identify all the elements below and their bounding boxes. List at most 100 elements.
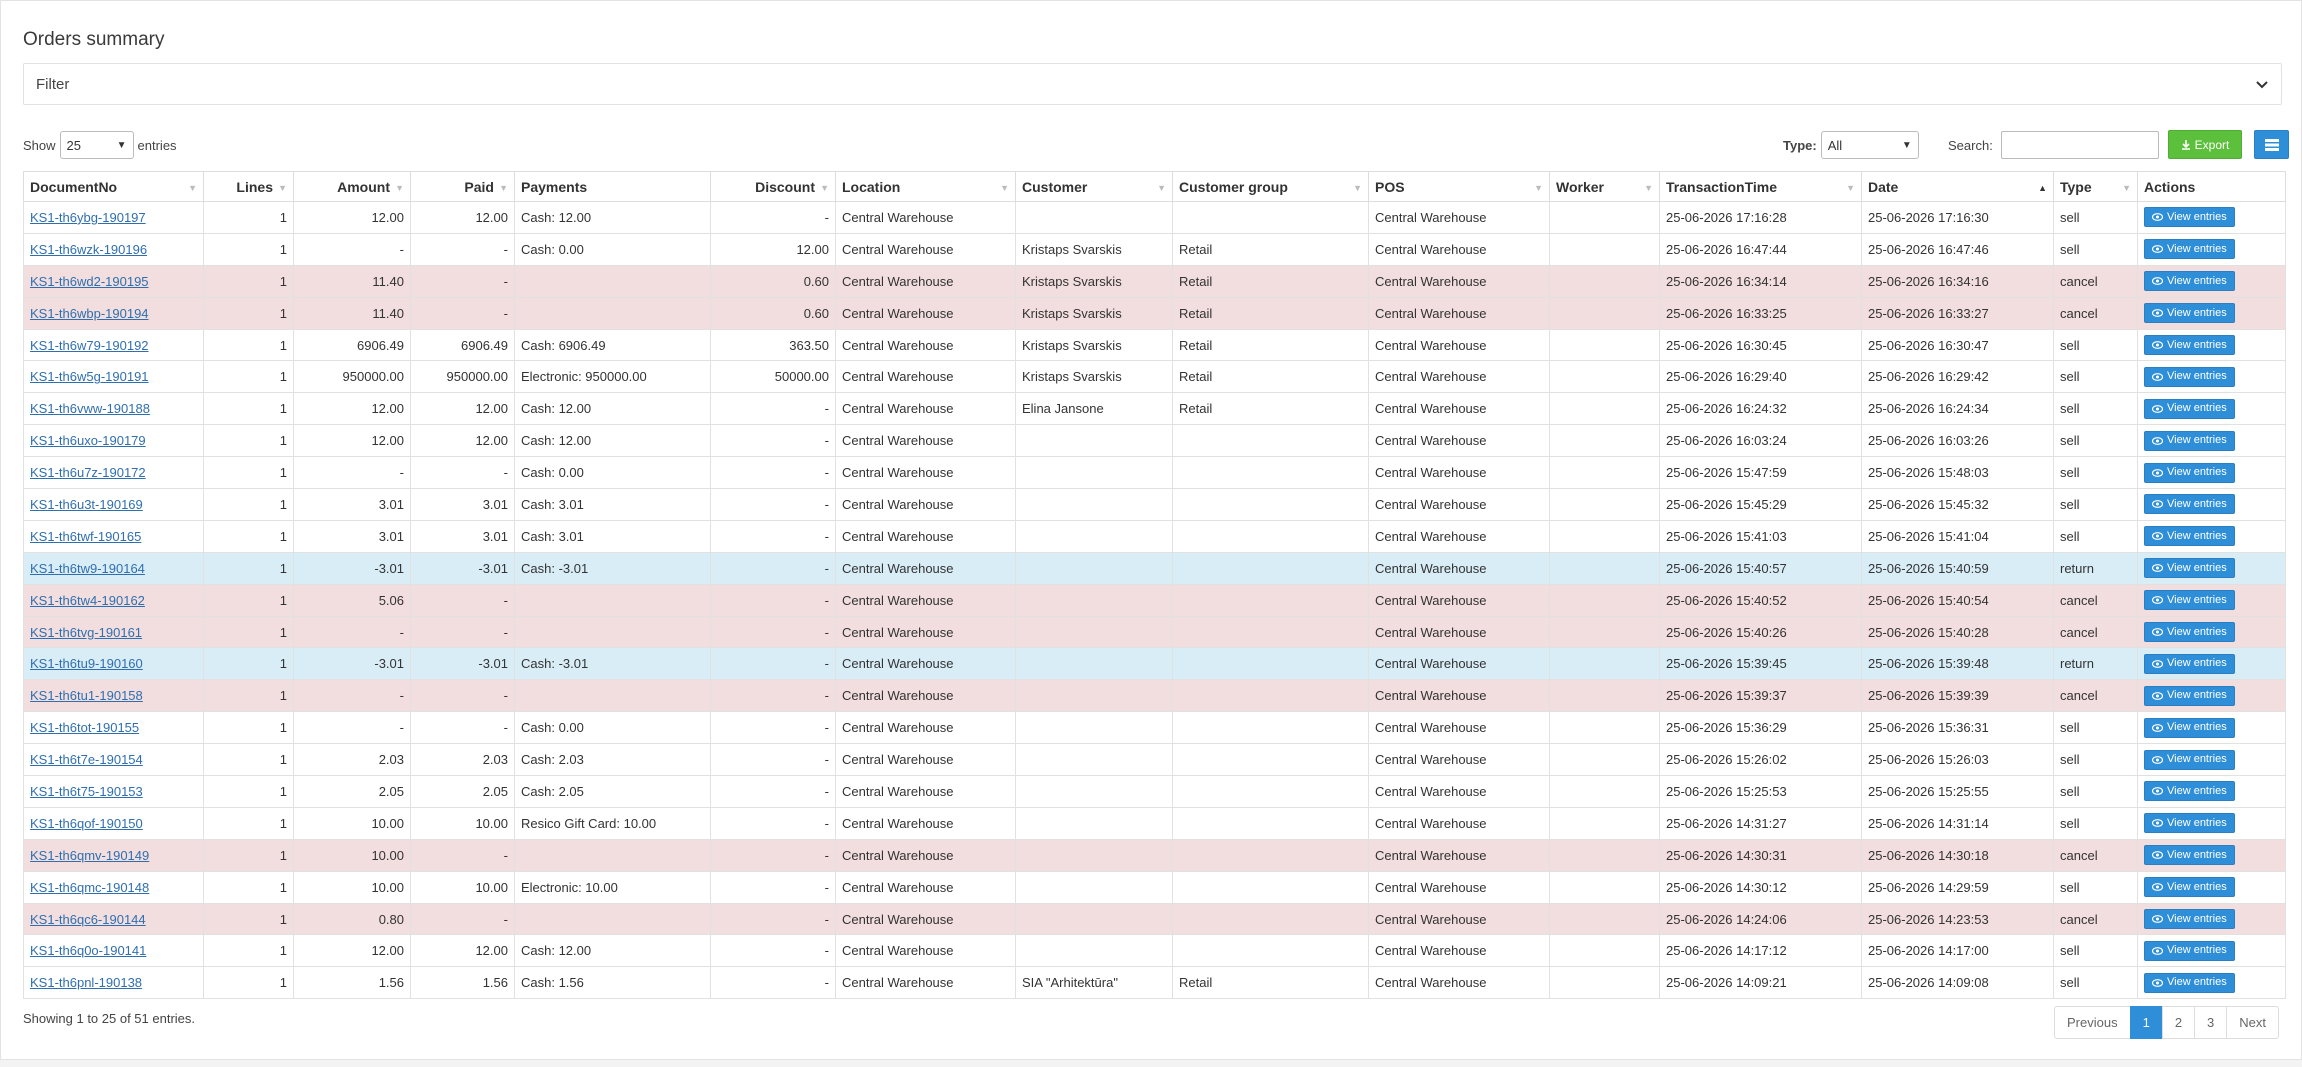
type-select[interactable]: All ▼ bbox=[1820, 131, 1919, 159]
pagination-next[interactable]: Next bbox=[2226, 1006, 2280, 1039]
document-link[interactable]: KS1-th6qmv-190149 bbox=[30, 848, 149, 863]
view-entries-button[interactable]: View entries bbox=[2144, 398, 2235, 419]
cell-actions: View entries bbox=[2137, 934, 2286, 968]
view-entries-button[interactable]: View entries bbox=[2144, 526, 2235, 547]
column-header-transactiontime[interactable]: TransactionTime ▼ bbox=[1659, 171, 1862, 202]
view-entries-button[interactable]: View entries bbox=[2144, 430, 2235, 451]
view-entries-button[interactable]: View entries bbox=[2144, 972, 2235, 993]
column-header-amount[interactable]: Amount ▼ bbox=[293, 171, 411, 202]
view-entries-button[interactable]: View entries bbox=[2144, 685, 2235, 706]
view-entries-button[interactable]: View entries bbox=[2144, 462, 2235, 483]
document-link[interactable]: KS1-th6tot-190155 bbox=[30, 720, 139, 735]
column-header-location[interactable]: Location ▼ bbox=[835, 171, 1016, 202]
view-entries-button[interactable]: View entries bbox=[2144, 877, 2235, 898]
view-entries-label: View entries bbox=[2167, 721, 2227, 734]
document-link[interactable]: KS1-th6vww-190188 bbox=[30, 401, 150, 416]
view-entries-button[interactable]: View entries bbox=[2144, 207, 2235, 228]
document-link[interactable]: KS1-th6tw9-190164 bbox=[30, 561, 145, 576]
view-entries-button[interactable]: View entries bbox=[2144, 717, 2235, 738]
column-header-date[interactable]: Date ▲ bbox=[1861, 171, 2054, 202]
column-visibility-button[interactable] bbox=[2254, 130, 2289, 159]
document-link[interactable]: KS1-th6w5g-190191 bbox=[30, 369, 149, 384]
column-header-lines[interactable]: Lines ▼ bbox=[203, 171, 294, 202]
document-link[interactable]: KS1-th6qmc-190148 bbox=[30, 880, 149, 895]
cell-discount: - bbox=[710, 966, 836, 1000]
view-entries-button[interactable]: View entries bbox=[2144, 622, 2235, 643]
document-link[interactable]: KS1-th6u7z-190172 bbox=[30, 465, 146, 480]
view-entries-button[interactable]: View entries bbox=[2144, 558, 2235, 579]
document-link[interactable]: KS1-th6u3t-190169 bbox=[30, 497, 143, 512]
document-link[interactable]: KS1-th6wd2-190195 bbox=[30, 274, 149, 289]
document-link[interactable]: KS1-th6qof-190150 bbox=[30, 816, 143, 831]
cell-customer bbox=[1015, 647, 1173, 681]
view-entries-button[interactable]: View entries bbox=[2144, 781, 2235, 802]
document-link[interactable]: KS1-th6tu1-190158 bbox=[30, 688, 143, 703]
document-link[interactable]: KS1-th6ybg-190197 bbox=[30, 210, 146, 225]
document-link[interactable]: KS1-th6wbp-190194 bbox=[30, 306, 149, 321]
cell-lines: 1 bbox=[203, 328, 294, 362]
view-entries-button[interactable]: View entries bbox=[2144, 749, 2235, 770]
view-entries-button[interactable]: View entries bbox=[2144, 494, 2235, 515]
length-select[interactable]: 25 ▼ bbox=[59, 131, 134, 159]
cell-pos: Central Warehouse bbox=[1368, 296, 1550, 330]
pagination-page-2[interactable]: 2 bbox=[2161, 1006, 2196, 1039]
pagination-page-3[interactable]: 3 bbox=[2194, 1006, 2228, 1039]
pagination-page-1[interactable]: 1 bbox=[2129, 1006, 2163, 1039]
document-link[interactable]: KS1-th6qc6-190144 bbox=[30, 912, 146, 927]
filter-toggle[interactable]: Filter bbox=[23, 63, 2282, 105]
column-header-worker[interactable]: Worker ▼ bbox=[1549, 171, 1660, 202]
cell-worker bbox=[1549, 424, 1660, 458]
cell-amount: 11.40 bbox=[293, 264, 411, 298]
document-link[interactable]: KS1-th6tvg-190161 bbox=[30, 625, 142, 640]
cell-lines: 1 bbox=[203, 296, 294, 330]
column-header-payments[interactable]: Payments bbox=[514, 171, 711, 202]
cell-amount: 11.40 bbox=[293, 296, 411, 330]
document-link[interactable]: KS1-th6tw4-190162 bbox=[30, 593, 145, 608]
cell-worker bbox=[1549, 551, 1660, 585]
document-link[interactable]: KS1-th6twf-190165 bbox=[30, 529, 141, 544]
document-link[interactable]: KS1-th6t7e-190154 bbox=[30, 752, 143, 767]
cell-payments bbox=[514, 264, 711, 298]
cell-payments: Electronic: 950000.00 bbox=[514, 360, 711, 394]
document-link[interactable]: KS1-th6pnl-190138 bbox=[30, 975, 142, 990]
column-header-paid[interactable]: Paid ▼ bbox=[410, 171, 515, 202]
document-link[interactable]: KS1-th6wzk-190196 bbox=[30, 242, 147, 257]
cell-group bbox=[1172, 615, 1369, 649]
view-entries-button[interactable]: View entries bbox=[2144, 940, 2235, 961]
cell-worker bbox=[1549, 679, 1660, 713]
view-entries-button[interactable]: View entries bbox=[2144, 653, 2235, 674]
pagination-previous[interactable]: Previous bbox=[2054, 1006, 2131, 1039]
column-header-type[interactable]: Type ▼ bbox=[2053, 171, 2138, 202]
view-entries-button[interactable]: View entries bbox=[2144, 366, 2235, 387]
view-entries-button[interactable]: View entries bbox=[2144, 239, 2235, 260]
column-header-customer[interactable]: Customer ▼ bbox=[1015, 171, 1173, 202]
view-entries-button[interactable]: View entries bbox=[2144, 590, 2235, 611]
column-header-pos[interactable]: POS ▼ bbox=[1368, 171, 1550, 202]
document-link[interactable]: KS1-th6tu9-190160 bbox=[30, 656, 143, 671]
cell-ttime: 25-06-2026 16:33:25 bbox=[1659, 296, 1862, 330]
view-entries-button[interactable]: View entries bbox=[2144, 271, 2235, 292]
view-entries-label: View entries bbox=[2167, 210, 2227, 223]
cell-group bbox=[1172, 775, 1369, 808]
cell-lines: 1 bbox=[203, 966, 294, 1000]
view-entries-button[interactable]: View entries bbox=[2144, 845, 2235, 866]
view-entries-button[interactable]: View entries bbox=[2144, 813, 2235, 834]
cell-location: Central Warehouse bbox=[835, 392, 1016, 426]
document-link[interactable]: KS1-th6t75-190153 bbox=[30, 784, 143, 799]
cell-actions: View entries bbox=[2137, 870, 2286, 904]
column-header-discount[interactable]: Discount ▼ bbox=[710, 171, 836, 202]
search-input[interactable] bbox=[2000, 131, 2159, 159]
view-entries-button[interactable]: View entries bbox=[2144, 335, 2235, 355]
column-header-customer-group[interactable]: Customer group ▼ bbox=[1172, 171, 1369, 202]
document-link[interactable]: KS1-th6w79-190192 bbox=[30, 338, 149, 353]
view-entries-button[interactable]: View entries bbox=[2144, 909, 2235, 930]
column-header-label: Date bbox=[1868, 178, 1899, 195]
document-link[interactable]: KS1-th6uxo-190179 bbox=[30, 433, 146, 448]
cell-doc: KS1-th6pnl-190138 bbox=[23, 966, 204, 1000]
export-button[interactable]: Export bbox=[2168, 130, 2242, 159]
search-control: Search: bbox=[1948, 129, 2159, 161]
table-row: KS1-th6w5g-190191 1 950000.00 950000.00 Elec… bbox=[23, 360, 2286, 394]
document-link[interactable]: KS1-th6q0o-190141 bbox=[30, 943, 146, 958]
column-header-documentno[interactable]: DocumentNo ▼ bbox=[23, 171, 204, 202]
view-entries-button[interactable]: View entries bbox=[2144, 303, 2235, 324]
